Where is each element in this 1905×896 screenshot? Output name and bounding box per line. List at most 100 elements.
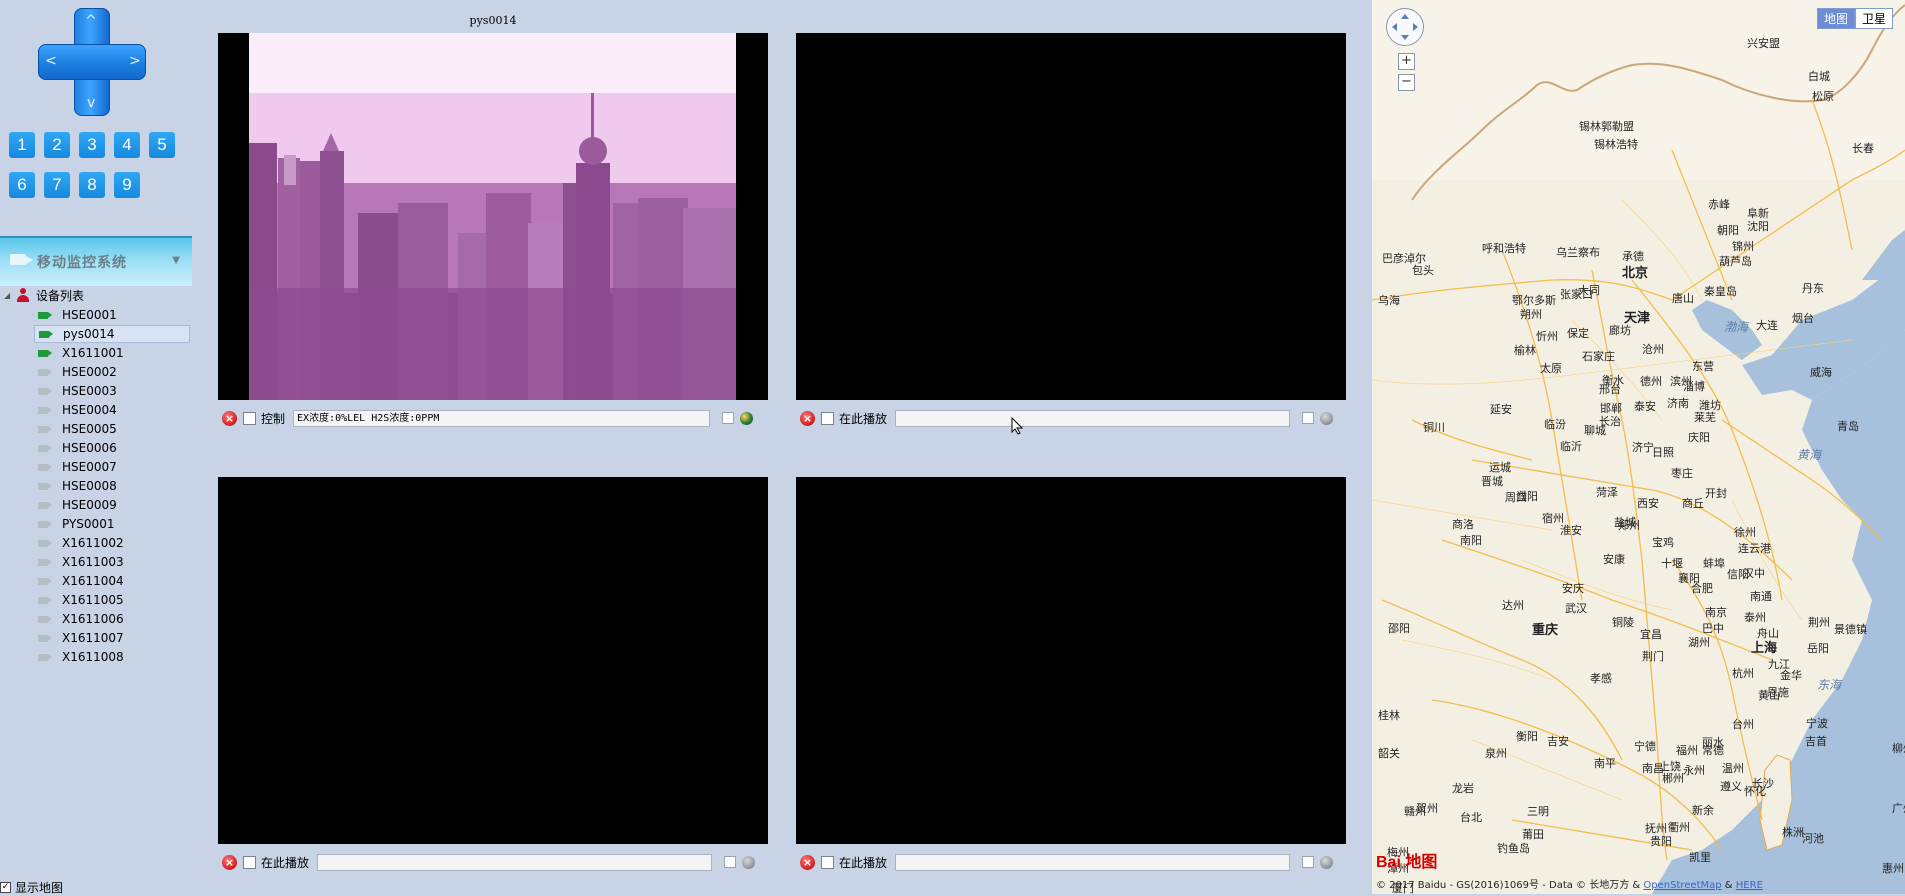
- pane-4-play-here-checkbox[interactable]: [821, 855, 834, 869]
- device-item[interactable]: pys0014: [34, 325, 190, 343]
- device-item-label: X1611007: [62, 631, 124, 645]
- device-item[interactable]: HSE0007: [34, 458, 190, 476]
- device-item[interactable]: X1611001: [34, 344, 190, 362]
- device-item[interactable]: HSE0002: [34, 363, 190, 381]
- map-city-label: 白城: [1808, 70, 1830, 83]
- device-item[interactable]: HSE0001: [34, 306, 190, 324]
- map-city-label: 宁波: [1806, 717, 1828, 730]
- close-icon[interactable]: ×: [800, 854, 815, 870]
- map-city-label: 舟山: [1757, 627, 1779, 640]
- device-item[interactable]: X1611008: [34, 648, 190, 666]
- map-city-label: 贵阳: [1650, 835, 1672, 848]
- channel-button-2[interactable]: 2: [44, 132, 70, 158]
- map-city-label: 南平: [1594, 757, 1616, 770]
- system-header[interactable]: 移动监控系统 ▼: [0, 236, 192, 286]
- ptz-down-icon[interactable]: v: [87, 96, 95, 110]
- map-city-label: 金华: [1780, 669, 1802, 682]
- map-city-label: 柳州: [1892, 742, 1905, 755]
- zoom-out-button[interactable]: −: [1398, 74, 1415, 91]
- pane-4-option-checkbox[interactable]: [1302, 856, 1315, 868]
- device-item[interactable]: X1611002: [34, 534, 190, 552]
- device-item[interactable]: X1611005: [34, 591, 190, 609]
- pane-1-title: pys0014: [469, 14, 517, 27]
- map-city-label: 南阳: [1460, 534, 1482, 547]
- map-city-label: 安康: [1603, 553, 1625, 566]
- channel-button-6[interactable]: 6: [9, 172, 35, 198]
- camera-icon: [10, 254, 33, 265]
- channel-button-7[interactable]: 7: [44, 172, 70, 198]
- close-icon[interactable]: ×: [222, 410, 237, 426]
- map-view[interactable]: 兴安盟 白城 松原 长春 锡林郭勒盟 锡林浩特 呼和浩特 乌兰察布 张家口 承德 赤峰 朝阳 阜新 沈阳锦…: [1372, 0, 1905, 894]
- device-item-label: HSE0003: [62, 384, 117, 398]
- pane-3-play-here-checkbox[interactable]: [243, 855, 256, 869]
- channel-button-3[interactable]: 3: [79, 132, 105, 158]
- pane-1-control-checkbox[interactable]: [243, 411, 256, 425]
- map-city-label: 松原: [1812, 90, 1834, 103]
- map-city-label: 铜川: [1423, 421, 1445, 434]
- device-item[interactable]: HSE0004: [34, 401, 190, 419]
- pane-2-play-here-checkbox[interactable]: [821, 411, 834, 425]
- zoom-in-button[interactable]: +: [1398, 53, 1415, 70]
- close-icon[interactable]: ×: [800, 410, 815, 426]
- pane-2-play-here-label: 在此播放: [839, 411, 888, 426]
- channel-button-5[interactable]: 5: [149, 132, 175, 158]
- pane-3-option-checkbox[interactable]: [724, 856, 737, 868]
- map-city-label: 淄博: [1683, 380, 1705, 393]
- channel-button-9[interactable]: 9: [114, 172, 140, 198]
- collapse-icon[interactable]: ◢: [4, 291, 16, 300]
- record-icon[interactable]: [742, 855, 756, 869]
- map-city-label: 聊城: [1584, 424, 1606, 437]
- map-city-label: 商丘: [1682, 497, 1704, 510]
- video-screen-1[interactable]: [218, 33, 768, 400]
- pane-3-status-field[interactable]: [317, 853, 713, 871]
- map-pan-control[interactable]: [1386, 8, 1424, 46]
- pane-2-option-checkbox[interactable]: [1302, 412, 1315, 424]
- ptz-up-icon[interactable]: ^: [85, 14, 97, 28]
- map-city-label: 铜陵: [1612, 616, 1634, 629]
- show-map-toggle[interactable]: ✓ 显示地图: [0, 879, 63, 895]
- device-item[interactable]: HSE0005: [34, 420, 190, 438]
- map-city-label: 十堰: [1661, 557, 1683, 570]
- show-map-checkbox[interactable]: ✓: [0, 881, 11, 893]
- chevron-down-icon[interactable]: ▼: [172, 255, 180, 266]
- map-city-label: 石家庄: [1582, 350, 1615, 363]
- map-city-label: 商洛: [1452, 518, 1474, 531]
- pane-1-status-field[interactable]: EX浓度:0%LEL H2S浓度:0PPM: [293, 409, 711, 427]
- ptz-right-icon[interactable]: >: [129, 54, 141, 68]
- openstreetmap-link[interactable]: OpenStreetMap: [1643, 880, 1721, 891]
- device-item[interactable]: HSE0006: [34, 439, 190, 457]
- device-item[interactable]: HSE0003: [34, 382, 190, 400]
- pane-1-option-checkbox[interactable]: [722, 412, 735, 424]
- device-item[interactable]: PYS0001: [34, 515, 190, 533]
- record-icon[interactable]: [740, 411, 754, 425]
- device-item[interactable]: X1611004: [34, 572, 190, 590]
- device-item[interactable]: X1611003: [34, 553, 190, 571]
- map-city-label: 惠州: [1882, 862, 1904, 875]
- pane-4-status-field[interactable]: [895, 853, 1291, 871]
- video-camera-icon: [38, 482, 52, 490]
- channel-button-8[interactable]: 8: [79, 172, 105, 198]
- map-city-label: 泰安: [1634, 400, 1656, 413]
- pane-2-status-field[interactable]: [895, 409, 1291, 427]
- record-icon[interactable]: [1320, 411, 1334, 425]
- map-city-label: 唐山: [1672, 292, 1694, 305]
- ptz-left-icon[interactable]: <: [45, 54, 57, 68]
- device-item[interactable]: X1611006: [34, 610, 190, 628]
- video-screen-2[interactable]: [796, 33, 1346, 400]
- close-icon[interactable]: ×: [222, 854, 237, 870]
- channel-button-1[interactable]: 1: [9, 132, 35, 158]
- map-type-satellite-button[interactable]: 卫星: [1854, 8, 1893, 29]
- map-city-label: 大连: [1756, 319, 1778, 332]
- here-link[interactable]: HERE: [1736, 880, 1763, 891]
- record-icon[interactable]: [1320, 855, 1334, 869]
- device-item[interactable]: HSE0009: [34, 496, 190, 514]
- device-item[interactable]: X1611007: [34, 629, 190, 647]
- channel-button-4[interactable]: 4: [114, 132, 140, 158]
- device-item[interactable]: HSE0008: [34, 477, 190, 495]
- video-screen-3[interactable]: [218, 477, 768, 844]
- map-city-label: 龙岩: [1452, 782, 1474, 795]
- device-tree-root[interactable]: ◢ 设备列表: [4, 286, 84, 304]
- map-type-map-button[interactable]: 地图: [1816, 8, 1855, 29]
- map-city-label: 烟台: [1792, 312, 1814, 325]
- video-screen-4[interactable]: [796, 477, 1346, 844]
